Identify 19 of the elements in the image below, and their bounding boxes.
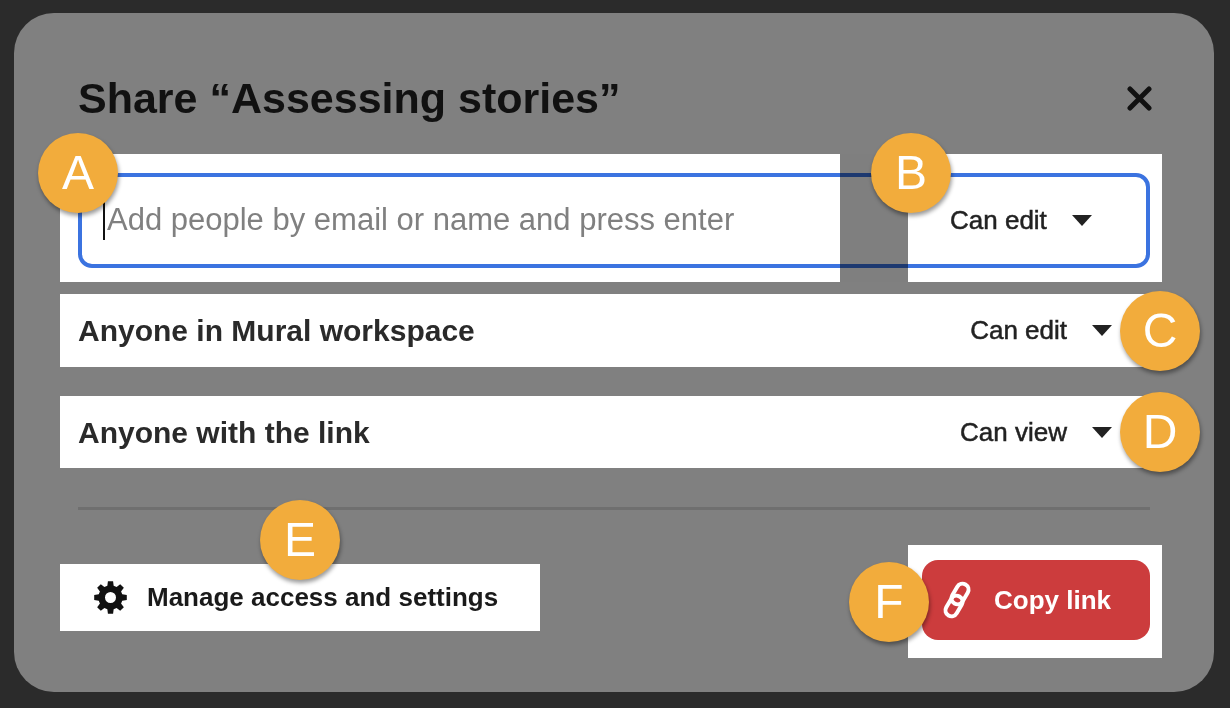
caret-icon: [1092, 325, 1112, 336]
text-cursor: [103, 201, 105, 240]
copy-link-button[interactable]: Copy link: [922, 560, 1150, 640]
dialog-title: Share “Assessing stories”: [78, 75, 621, 121]
caret-icon: [1071, 215, 1092, 226]
callout-marker: C: [1120, 290, 1200, 371]
permission-dropdown[interactable]: Can edit: [970, 311, 1112, 350]
access-label: Anyone in Mural workspace: [78, 313, 475, 349]
callout-marker: B: [871, 133, 951, 213]
permission-dropdown[interactable]: Can view: [960, 412, 1112, 452]
manage-settings-button[interactable]: Manage access and settings: [60, 564, 540, 631]
access-label: Anyone with the link: [78, 414, 370, 451]
close-icon: [1127, 85, 1152, 111]
caret-icon: [1092, 426, 1112, 438]
callout-marker: E: [260, 500, 340, 580]
close-button[interactable]: [1127, 85, 1152, 111]
callout-marker: F: [849, 561, 929, 642]
gear-icon: [94, 581, 127, 614]
callout-marker: D: [1120, 392, 1200, 472]
